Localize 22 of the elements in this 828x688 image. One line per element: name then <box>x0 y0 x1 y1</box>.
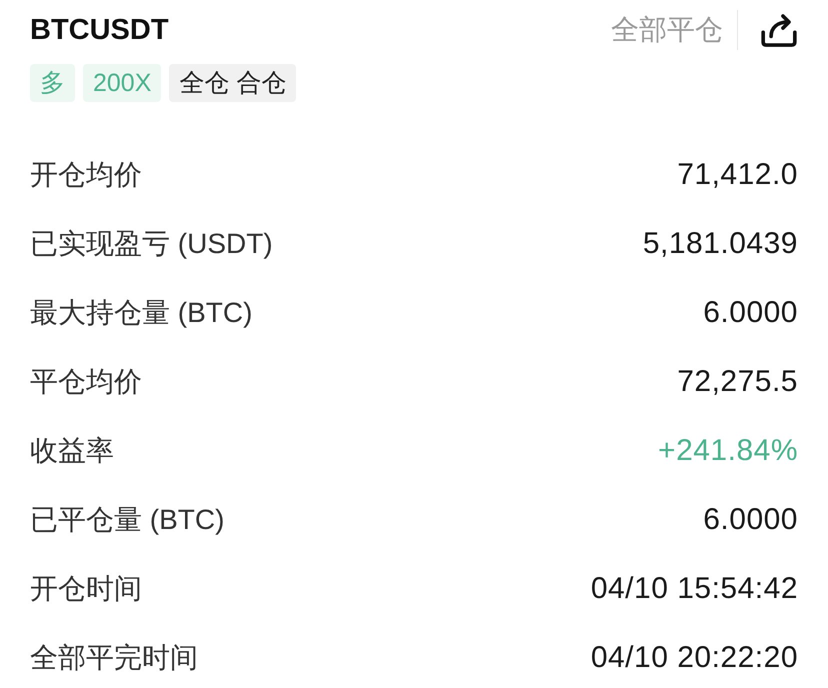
field-label: 已实现盈亏 (USDT) <box>30 226 273 261</box>
field-value: 04/10 15:54:42 <box>590 571 798 607</box>
field-label: 全部平完时间 <box>30 640 198 674</box>
field-value: 72,275.5 <box>677 364 798 400</box>
field-label: 平仓均价 <box>30 364 142 398</box>
tag: 多 <box>30 64 75 102</box>
field-value: 5,181.0439 <box>642 226 798 262</box>
field-label: 收益率 <box>30 434 114 468</box>
field-value: 6.0000 <box>703 502 798 538</box>
field-value: 71,412.0 <box>677 157 798 193</box>
close-all-button[interactable]: 全部平仓 <box>611 10 738 50</box>
field-value: +241.84% <box>658 433 798 469</box>
field-value: 04/10 20:22:20 <box>590 640 798 676</box>
field-value: 6.0000 <box>703 295 798 331</box>
field-label: 开仓时间 <box>30 572 142 606</box>
share-icon[interactable] <box>760 12 798 48</box>
symbol-title: BTCUSDT <box>30 13 169 48</box>
field-label: 开仓均价 <box>30 158 142 192</box>
field-label: 最大持仓量 (BTC) <box>30 296 252 330</box>
field-label: 已平仓量 (BTC) <box>30 502 224 537</box>
tag: 全仓 合仓 <box>169 64 296 102</box>
tag: 200X <box>83 64 162 102</box>
